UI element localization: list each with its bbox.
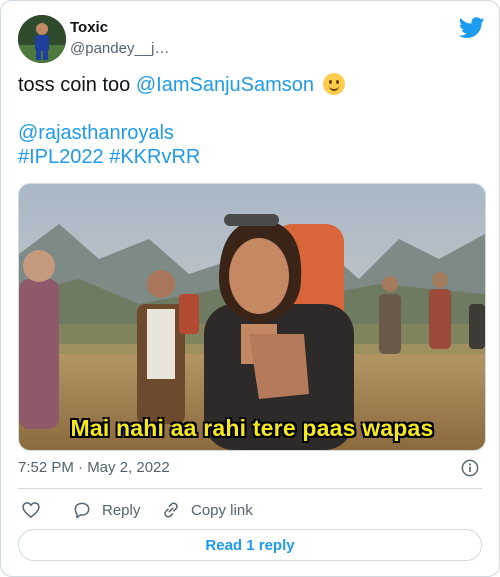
- tweet-card: Toxic @pandey__j… toss coin too @IamSanj…: [0, 0, 500, 577]
- meme-scene-illustration: [19, 184, 485, 450]
- slight-smile-emoji-icon: [322, 73, 345, 95]
- link-icon: [164, 502, 178, 518]
- media-image[interactable]: Mai nahi aa rahi tere paas wapas: [18, 183, 486, 451]
- author-handle[interactable]: @pandey__j…: [70, 40, 169, 57]
- like-button[interactable]: [21, 498, 51, 522]
- tweet-timestamp[interactable]: 7:52 PM · May 2, 2022: [18, 459, 170, 476]
- heart-icon: [22, 502, 40, 519]
- avatar[interactable]: [18, 15, 66, 63]
- reply-button[interactable]: Reply: [72, 498, 140, 522]
- hashtag-links[interactable]: #IPL2022 #KKRvRR: [18, 146, 200, 168]
- twitter-bird-icon[interactable]: [459, 17, 485, 39]
- tweet-text: toss coin too @IamSanjuSamson @rajasthan…: [18, 73, 478, 169]
- read-replies-button[interactable]: Read 1 reply: [18, 529, 482, 561]
- divider: [18, 488, 482, 489]
- media-caption: Mai nahi aa rahi tere paas wapas: [70, 415, 434, 441]
- reply-label: Reply: [102, 501, 141, 519]
- author-name[interactable]: Toxic: [70, 19, 108, 36]
- copy-link-label: Copy link: [191, 501, 253, 519]
- mention-link[interactable]: @IamSanjuSamson: [136, 74, 314, 96]
- reply-bubble-icon: [74, 502, 90, 519]
- mention-link-2[interactable]: @rajasthanroyals: [18, 122, 174, 144]
- copy-link-button[interactable]: Copy link: [161, 498, 253, 522]
- info-icon[interactable]: [461, 459, 479, 477]
- tweet-text-plain: toss coin too: [18, 74, 136, 96]
